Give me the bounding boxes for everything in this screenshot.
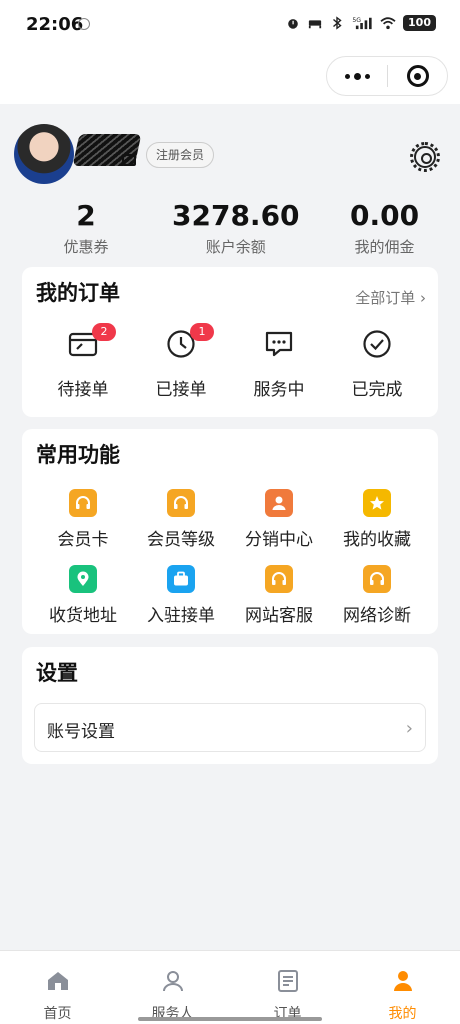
- chat-icon: [265, 331, 293, 357]
- headset-icon: [69, 489, 97, 517]
- func-member-level[interactable]: 会员等级: [132, 487, 230, 563]
- order-completed[interactable]: 已完成: [328, 329, 426, 400]
- func-label: 会员卡: [57, 530, 109, 550]
- func-label: 会员等级: [147, 530, 215, 550]
- order-status-row: 2 待接单 1 已接单 服务中 已完成: [22, 323, 438, 400]
- bluetooth-icon: [333, 16, 342, 30]
- status-bar: 22:06 5G 100: [0, 0, 460, 52]
- func-distribution-center[interactable]: 分销中心: [230, 487, 328, 563]
- stat-label: 我的佣金: [354, 238, 415, 256]
- bed-icon: [308, 20, 322, 29]
- signal-icon: 5G: [352, 17, 372, 30]
- chevron-right-icon: ›: [405, 718, 413, 739]
- order-label: 待接单: [57, 380, 109, 400]
- star-icon: [363, 489, 391, 517]
- member-badge[interactable]: 注册会员: [146, 142, 215, 168]
- function-row: 收货地址 入驻接单 网站客服 网络诊断: [22, 563, 438, 639]
- stats-row: 2 优惠券 3278.60 账户余额 0.00 我的佣金: [0, 198, 460, 257]
- tab-home[interactable]: 首页: [0, 951, 115, 1024]
- user-filled-icon: [393, 971, 412, 991]
- order-label: 已接单: [155, 380, 207, 400]
- order-label: 服务中: [253, 380, 305, 400]
- stat-label: 优惠券: [63, 238, 109, 256]
- stat-coupons[interactable]: 2 优惠券: [0, 198, 172, 257]
- home-icon: [47, 972, 68, 990]
- account-settings-row[interactable]: 账号设置 ›: [34, 703, 426, 752]
- miniprogram-capsule: [326, 56, 448, 96]
- home-indicator: [138, 1017, 322, 1021]
- stat-value: 2: [76, 199, 96, 232]
- order-accepted[interactable]: 1 已接单: [132, 323, 230, 400]
- settings-card: 设置 账号设置 ›: [22, 647, 438, 764]
- avatar[interactable]: [14, 124, 74, 184]
- section-title: 我的订单: [36, 281, 120, 305]
- document-icon: [277, 970, 298, 992]
- func-customer-service[interactable]: 网站客服: [230, 563, 328, 639]
- section-title: 设置: [36, 661, 78, 685]
- check-circle-icon: [363, 330, 391, 358]
- func-label: 入驻接单: [147, 606, 215, 626]
- profile-section: 注册会员 2 优惠券 3278.60 账户余额 0.00 我的佣金: [0, 104, 460, 264]
- func-label: 收货地址: [49, 606, 117, 626]
- status-time: 22:06: [26, 14, 84, 35]
- func-member-card[interactable]: 会员卡: [34, 487, 132, 563]
- stat-value: 3278.60: [172, 199, 300, 232]
- person-icon: [265, 489, 293, 517]
- my-orders-card: 我的订单 全部订单 › 2 待接单 1 已接单 服务中 已完成: [22, 267, 438, 417]
- alarm-icon: [288, 19, 298, 29]
- func-label: 网络诊断: [343, 606, 411, 626]
- status-icons: 5G 100: [285, 15, 436, 31]
- gear-icon[interactable]: [410, 142, 440, 172]
- location-icon: [69, 565, 97, 593]
- order-label: 已完成: [351, 380, 403, 400]
- user-outline-icon: [162, 971, 183, 992]
- func-favorites[interactable]: 我的收藏: [328, 487, 426, 563]
- common-functions-card: 常用功能 会员卡 会员等级 分销中心 我的收藏 收货地址 入驻接单 网站客服 网…: [22, 429, 438, 634]
- tab-service-person[interactable]: 服务人: [115, 951, 230, 1024]
- section-title: 常用功能: [36, 443, 120, 467]
- function-row: 会员卡 会员等级 分销中心 我的收藏: [22, 487, 438, 563]
- all-orders-link[interactable]: 全部订单 ›: [355, 287, 426, 308]
- order-in-service[interactable]: 服务中: [230, 329, 328, 400]
- briefcase-icon: [167, 565, 195, 593]
- headset-icon: [167, 489, 195, 517]
- tab-mine[interactable]: 我的: [345, 951, 460, 1024]
- headset-icon: [265, 565, 293, 593]
- account-settings-label: 账号设置: [47, 722, 115, 742]
- battery-indicator: 100: [403, 15, 436, 31]
- func-label: 我的收藏: [343, 530, 411, 550]
- headset-icon: [363, 565, 391, 593]
- tab-orders[interactable]: 订单: [230, 951, 345, 1024]
- timer-icon: [78, 18, 90, 30]
- badge-count: 2: [92, 323, 116, 341]
- stat-label: 账户余额: [205, 238, 266, 256]
- func-label: 分销中心: [245, 530, 313, 550]
- stat-commission[interactable]: 0.00 我的佣金: [300, 198, 460, 257]
- tab-label: 首页: [43, 1006, 72, 1022]
- close-miniprogram-button[interactable]: [388, 65, 447, 87]
- more-dots-icon[interactable]: [327, 57, 387, 95]
- func-join-take-orders[interactable]: 入驻接单: [132, 563, 230, 639]
- stat-value: 0.00: [349, 199, 420, 232]
- function-grid: 会员卡 会员等级 分销中心 我的收藏 收货地址 入驻接单 网站客服 网络诊断: [22, 487, 438, 639]
- header-area: [0, 52, 460, 104]
- tab-label: 我的: [388, 1006, 417, 1022]
- edit-icon[interactable]: [122, 154, 136, 166]
- func-label: 网站客服: [245, 606, 313, 626]
- func-network-diagnosis[interactable]: 网络诊断: [328, 563, 426, 639]
- svg-text:5G: 5G: [352, 17, 361, 24]
- target-icon: [406, 65, 429, 87]
- badge-count: 1: [190, 323, 214, 341]
- bottom-tab-bar: 首页 服务人 订单 我的: [0, 950, 460, 1024]
- func-shipping-address[interactable]: 收货地址: [34, 563, 132, 639]
- stat-balance[interactable]: 3278.60 账户余额: [172, 198, 300, 257]
- wifi-icon: [380, 17, 396, 30]
- order-pending[interactable]: 2 待接单: [34, 323, 132, 400]
